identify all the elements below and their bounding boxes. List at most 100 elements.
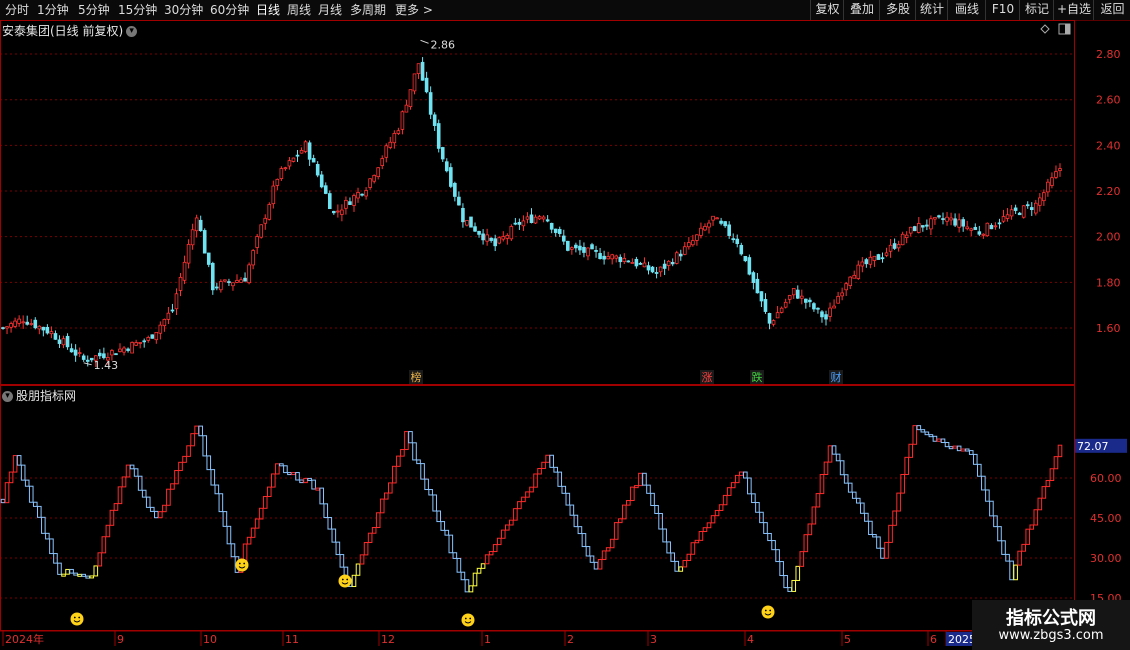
indicator-bar	[835, 453, 841, 462]
candle	[525, 212, 530, 224]
event-marker[interactable]: 涨	[700, 370, 714, 384]
candle	[449, 163, 453, 189]
high-label: 2.86	[431, 38, 456, 51]
candle	[771, 319, 776, 327]
candle	[759, 291, 764, 308]
indicator-bar	[989, 500, 994, 517]
candle	[489, 237, 493, 243]
candle	[537, 214, 542, 221]
indicator-bar	[734, 474, 740, 484]
indicator-bar	[690, 542, 696, 555]
high-arrow	[420, 39, 429, 44]
indicator-bar	[964, 448, 970, 452]
candle	[5, 326, 9, 335]
indicator-bar	[815, 493, 821, 508]
candle	[235, 274, 239, 284]
indicator-bar	[1053, 456, 1059, 470]
indicator-bar	[198, 425, 203, 437]
indicator-bar	[1037, 497, 1043, 511]
indicator-bar	[303, 477, 308, 484]
candle	[678, 249, 683, 261]
candle	[779, 306, 784, 314]
indicator-bar	[129, 464, 135, 470]
candle	[791, 288, 796, 299]
indicator-bar	[924, 431, 930, 436]
candle	[122, 346, 126, 356]
candle	[315, 161, 320, 178]
indicator-bar	[307, 477, 312, 481]
candle	[989, 223, 994, 230]
event-marker[interactable]: 财	[829, 370, 843, 384]
indicator-bar	[359, 554, 365, 565]
candle	[598, 247, 602, 260]
candle	[517, 218, 522, 230]
indicator-bar	[101, 536, 107, 554]
date-label: 5	[844, 633, 851, 646]
candle	[828, 302, 832, 322]
event-marker[interactable]: 跌	[750, 370, 764, 384]
candle	[364, 187, 368, 200]
candle	[210, 261, 215, 295]
candle	[13, 317, 17, 329]
indicator-bar	[400, 449, 405, 457]
indicator-bar	[855, 497, 861, 504]
indicator-bar	[65, 568, 70, 575]
indicator-bar	[476, 567, 482, 574]
diamond-icon[interactable]	[1040, 24, 1050, 34]
indicator-bar	[432, 494, 437, 512]
event-marker-label: 榜	[411, 370, 422, 384]
indicator-bar	[605, 547, 611, 552]
indicator-bar	[710, 515, 716, 524]
indicator-bar	[686, 553, 692, 561]
indicator-bar	[799, 551, 805, 567]
indicator-bar	[335, 541, 341, 556]
indicator-bar	[775, 549, 780, 563]
candle	[884, 247, 889, 258]
indicator-bar	[170, 483, 175, 490]
candle	[158, 321, 163, 340]
candle	[957, 213, 961, 233]
candle	[231, 282, 235, 291]
indicator-bar	[956, 445, 962, 452]
indicator-bar	[666, 541, 671, 554]
indicator-bar	[827, 445, 833, 463]
candle	[618, 254, 623, 268]
watermark: 指标公式网 www.zbgs3.com	[972, 600, 1130, 650]
indicator-bar	[803, 534, 809, 553]
indicator-bar	[246, 536, 252, 545]
indicator-bar	[254, 518, 260, 529]
indicator-bar	[529, 486, 534, 493]
candle	[247, 262, 251, 285]
candle	[723, 220, 727, 228]
indicator-bar	[275, 463, 280, 475]
event-marker[interactable]: 榜	[409, 370, 423, 384]
candle	[166, 306, 171, 325]
candle	[695, 234, 699, 246]
indicator-bar	[561, 485, 567, 494]
main-chart-tools	[1040, 23, 1071, 35]
candle	[941, 212, 945, 225]
candle	[344, 196, 348, 215]
indicator-bar	[674, 560, 680, 572]
indicator-bar	[222, 511, 228, 527]
indicator-bar	[779, 561, 784, 577]
candle	[824, 310, 828, 326]
indicator-bar	[190, 433, 195, 447]
candle	[17, 315, 21, 327]
indicator-bar	[537, 468, 542, 475]
indicator-bar	[28, 485, 34, 503]
candle	[77, 347, 82, 358]
indicator-bar	[509, 519, 514, 526]
candle	[590, 242, 594, 250]
candle	[368, 178, 372, 190]
indicator-bar	[880, 547, 885, 559]
indicator-bar	[650, 492, 655, 506]
candle	[416, 63, 421, 79]
candle	[783, 298, 788, 309]
date-label: 6	[930, 633, 937, 646]
indicator-bar	[517, 501, 522, 510]
indicator-bar	[888, 524, 893, 543]
candle	[804, 298, 808, 309]
candle	[388, 136, 393, 150]
candle	[9, 321, 13, 333]
